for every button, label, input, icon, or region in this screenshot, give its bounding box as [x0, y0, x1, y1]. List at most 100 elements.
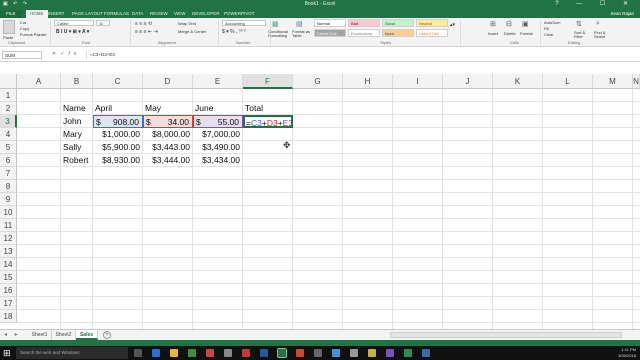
tab-file[interactable]: FILE: [0, 10, 22, 18]
align-buttons[interactable]: ≡ ≡ ≡ ⟲: [135, 21, 152, 27]
taskbar-search-input[interactable]: Search the web and Windows: [16, 347, 128, 359]
format-as-table-button[interactable]: Format as Table: [292, 30, 314, 38]
cut-button[interactable]: Cut: [20, 20, 26, 25]
app-icon[interactable]: [368, 349, 376, 357]
cell-april-sally[interactable]: $5,900.00: [93, 141, 143, 154]
row-header-4[interactable]: 4: [0, 128, 17, 141]
conditional-formatting-icon[interactable]: ▦: [272, 20, 292, 28]
header-may[interactable]: May: [143, 102, 193, 115]
row-header-8[interactable]: 8: [0, 180, 17, 193]
row-header-16[interactable]: 16: [0, 284, 17, 297]
row-header-1[interactable]: 1: [0, 89, 17, 102]
row-header-11[interactable]: 11: [0, 219, 17, 232]
column-header-b[interactable]: B: [61, 74, 93, 89]
column-header-e[interactable]: E: [193, 74, 243, 89]
store-icon[interactable]: [188, 349, 196, 357]
column-header-j[interactable]: J: [443, 74, 493, 89]
style-input[interactable]: Input: [382, 29, 414, 37]
cell-may-john[interactable]: $34.00: [143, 115, 193, 128]
header-name[interactable]: Name: [61, 102, 93, 115]
tab-insert[interactable]: INSERT: [48, 10, 64, 18]
tab-formulas[interactable]: FORMULAS: [104, 10, 129, 18]
tab-developer[interactable]: DEVELOPER: [192, 10, 220, 18]
sheet-tab-sheet2[interactable]: Sheet2: [52, 330, 76, 340]
tab-powerpivot[interactable]: POWERPIVOT: [224, 10, 255, 18]
formula-input[interactable]: =C3+D3+E3: [86, 51, 634, 59]
cell-total-john-editing[interactable]: =C3+D3+E3: [243, 115, 293, 128]
row-header-15[interactable]: 15: [0, 271, 17, 284]
indent-buttons[interactable]: ≡ ≡ ≡ ⇤ ⇥: [135, 29, 158, 35]
name-box[interactable]: SUM: [2, 51, 42, 59]
tab-page-layout[interactable]: PAGE LAYOUT: [72, 10, 103, 18]
cell-june-sally[interactable]: $3,490.00: [193, 141, 243, 154]
sheet-tab-sales[interactable]: Sales: [76, 330, 98, 340]
style-check-cell[interactable]: Check Cell: [314, 29, 346, 37]
row-header-3[interactable]: 3: [0, 115, 17, 128]
minimize-icon[interactable]: —: [576, 1, 590, 7]
help-icon[interactable]: ?: [555, 1, 566, 7]
bold-italic-underline-buttons[interactable]: B I U ▾ ⊞ ▾ A ▾: [56, 29, 89, 35]
cell-april-john[interactable]: $908.00: [93, 115, 143, 128]
row-header-12[interactable]: 12: [0, 232, 17, 245]
column-header-l[interactable]: L: [543, 74, 593, 89]
format-painter-button[interactable]: Format Painter: [20, 32, 46, 37]
autosum-button[interactable]: AutoSum: [544, 20, 560, 25]
sort-filter-icon[interactable]: ⇅: [576, 20, 582, 28]
fill-button[interactable]: Fill: [544, 26, 549, 31]
number-format-buttons[interactable]: $ ▾ % , ⁰⁰ ⁰: [222, 29, 246, 35]
delete-cells-icon[interactable]: ⊟: [506, 20, 512, 28]
edge-browser-icon[interactable]: [152, 349, 160, 357]
row-header-5[interactable]: 5: [0, 141, 17, 154]
sheet-nav-arrows[interactable]: ◂ ▸: [4, 331, 21, 338]
app-icon[interactable]: [350, 349, 358, 357]
cell-may-sally[interactable]: $3,443.00: [143, 141, 193, 154]
task-view-icon[interactable]: [134, 349, 142, 357]
close-icon[interactable]: ✕: [623, 1, 636, 7]
powerpoint-icon[interactable]: [242, 349, 250, 357]
sheet-tab-sheet1[interactable]: Sheet1: [28, 330, 52, 340]
header-june[interactable]: June: [193, 102, 243, 115]
column-header-h[interactable]: H: [343, 74, 393, 89]
cell-june-john[interactable]: $55.00: [193, 115, 243, 128]
style-linked-cell[interactable]: Linked Cell: [416, 29, 448, 37]
column-header-n[interactable]: N: [633, 74, 640, 89]
maximize-icon[interactable]: ☐: [600, 1, 613, 7]
header-total[interactable]: Total: [243, 102, 293, 115]
column-header-a[interactable]: A: [17, 74, 61, 89]
select-all-corner[interactable]: [0, 74, 17, 89]
system-tray[interactable]: 1:11 PM 5/30/2016: [618, 347, 636, 359]
column-header-m[interactable]: M: [593, 74, 633, 89]
sort-filter-button[interactable]: Sort & Filter: [574, 31, 592, 39]
cell-april-robert[interactable]: $8,930.00: [93, 154, 143, 167]
wrap-text-button[interactable]: Wrap Text: [178, 21, 196, 26]
font-size-select[interactable]: 11: [96, 20, 110, 26]
row-header-13[interactable]: 13: [0, 245, 17, 258]
app-icon[interactable]: [386, 349, 394, 357]
cell-may-mary[interactable]: $8,000.00: [143, 128, 193, 141]
horizontal-scrollbar[interactable]: [390, 332, 622, 338]
column-header-k[interactable]: K: [493, 74, 543, 89]
header-april[interactable]: April: [93, 102, 143, 115]
row-header-9[interactable]: 9: [0, 193, 17, 206]
style-normal[interactable]: Normal: [314, 19, 346, 27]
format-cells-button[interactable]: Format: [520, 31, 533, 36]
column-header-g[interactable]: G: [293, 74, 343, 89]
file-explorer-icon[interactable]: [170, 349, 178, 357]
style-good[interactable]: Good: [382, 19, 414, 27]
app-icon[interactable]: [224, 349, 232, 357]
cell-name-john[interactable]: John: [61, 115, 93, 128]
delete-cells-button[interactable]: Delete: [504, 31, 516, 36]
tab-data[interactable]: DATA: [132, 10, 143, 18]
style-bad[interactable]: Bad: [348, 19, 380, 27]
format-as-table-icon[interactable]: ▤: [296, 20, 303, 28]
number-format-select[interactable]: Accounting: [222, 20, 266, 26]
tab-home[interactable]: HOME: [26, 10, 48, 18]
row-header-18[interactable]: 18: [0, 310, 17, 323]
column-header-d[interactable]: D: [143, 74, 193, 89]
merge-center-button[interactable]: Merge & Center: [178, 29, 206, 34]
insert-cells-icon[interactable]: ⊞: [490, 20, 496, 28]
column-header-c[interactable]: C: [93, 74, 143, 89]
find-select-button[interactable]: Find & Select: [594, 31, 612, 39]
app-icon[interactable]: [404, 349, 412, 357]
row-header-10[interactable]: 10: [0, 206, 17, 219]
